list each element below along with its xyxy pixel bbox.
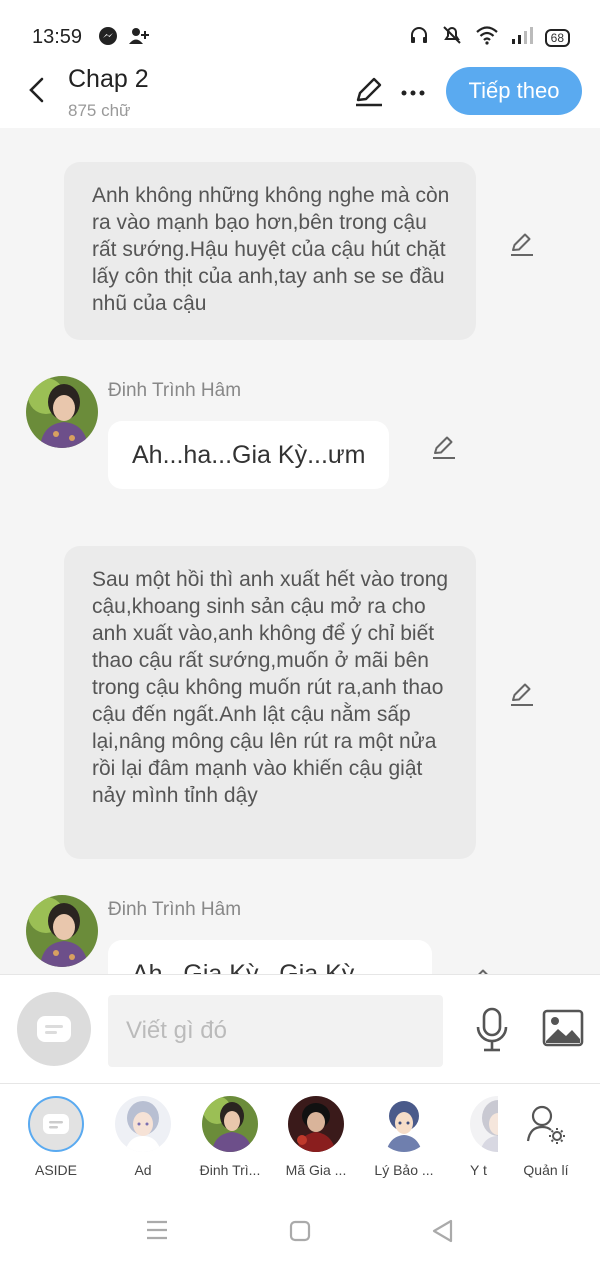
avatar [470, 1096, 498, 1152]
character-label: Lý Bảo ... [374, 1162, 434, 1178]
character-item-ly-bao[interactable]: Lý Bảo ... [366, 1096, 442, 1178]
status-time: 13:59 [32, 26, 83, 48]
chapter-header: Chap 2 875 chữ Tiếp theo [0, 62, 600, 128]
avatar[interactable] [26, 376, 98, 448]
character-item-ma-gia[interactable]: Mã Gia ... [278, 1096, 354, 1178]
character-label: Ad [134, 1162, 152, 1178]
edit-message-button[interactable] [508, 230, 536, 258]
headphones-icon [409, 25, 429, 50]
back-arrow-icon [29, 77, 44, 103]
more-dots-icon [401, 90, 425, 96]
speaker-name: Đinh Trình Hâm [108, 899, 242, 920]
character-item-ad[interactable]: Ad [105, 1096, 181, 1178]
add-contact-icon [128, 26, 150, 51]
chapter-title: Chap 2 [68, 65, 149, 93]
aside-toggle-button[interactable] [17, 992, 91, 1066]
character-label: Y t [470, 1162, 487, 1178]
next-button[interactable]: Tiếp theo [446, 67, 582, 115]
character-label: Mã Gia ... [285, 1162, 347, 1178]
system-navigation-bar [0, 1194, 600, 1267]
narration-bubble[interactable]: Anh không những không nghe mà còn ra vào… [64, 162, 476, 340]
aside-icon [28, 1096, 84, 1152]
battery-indicator: 68 [544, 28, 570, 47]
edit-message-button[interactable] [430, 433, 458, 461]
microphone-icon [476, 1007, 508, 1052]
pencil-icon [511, 233, 533, 256]
recent-apps-button[interactable] [144, 1218, 172, 1244]
pencil-icon [356, 77, 382, 107]
edit-message-button[interactable] [508, 680, 536, 708]
manage-characters-button[interactable]: Quản lí [508, 1096, 584, 1178]
mute-icon [441, 24, 463, 51]
home-button[interactable] [287, 1218, 315, 1244]
edit-chapter-button[interactable] [352, 74, 386, 108]
status-right-icons: 68 [409, 24, 570, 51]
edit-message-button[interactable] [466, 966, 494, 974]
messenger-icon [98, 26, 118, 51]
microphone-button[interactable] [474, 1007, 510, 1053]
message-input[interactable] [108, 995, 443, 1067]
narration-bubble[interactable]: Sau một hồi thì anh xuất hết vào trong c… [64, 546, 476, 859]
avatar [115, 1096, 171, 1152]
pencil-icon [478, 969, 488, 974]
character-label: Đinh Trì... [199, 1162, 261, 1178]
wifi-icon [475, 25, 499, 50]
word-count: 875 chữ [68, 101, 131, 120]
speaker-name: Đinh Trình Hâm [108, 380, 242, 401]
avatar [202, 1096, 258, 1152]
character-label: Quản lí [523, 1162, 569, 1178]
manage-user-icon [518, 1096, 574, 1152]
menu-icon [147, 1220, 167, 1240]
status-bar: 13:59 68 [0, 0, 600, 62]
avatar [288, 1096, 344, 1152]
image-button[interactable] [542, 1009, 584, 1047]
home-square-icon [289, 1220, 311, 1242]
chat-area[interactable]: Anh không những không nghe mà còn ra vào… [0, 128, 600, 974]
image-icon [542, 1009, 584, 1047]
pencil-icon [433, 436, 455, 459]
status-left-icons [98, 26, 150, 51]
pencil-icon [511, 683, 533, 706]
character-selector: ASIDE Ad Đinh Trì... Mã Gia ... Lý Bảo .… [0, 1084, 600, 1194]
more-options-button[interactable] [400, 80, 428, 100]
back-triangle-icon [432, 1219, 453, 1243]
signal-icon [511, 26, 533, 49]
avatar[interactable] [26, 895, 98, 967]
character-item-y[interactable]: Y t [452, 1096, 498, 1178]
character-item-dinh-trinh-ham[interactable]: Đinh Trì... [192, 1096, 268, 1178]
composer-bar [0, 974, 600, 1084]
aside-chat-icon [37, 1016, 71, 1042]
character-item-aside[interactable]: ASIDE [18, 1096, 94, 1178]
character-label: ASIDE [34, 1162, 77, 1178]
back-button[interactable] [20, 74, 52, 106]
dialogue-bubble[interactable]: Ah...ha...Gia Kỳ...ưm [108, 421, 390, 489]
dialogue-bubble[interactable]: Ah...Gia Kỳ...Gia Kỳ... [108, 940, 432, 974]
system-back-button[interactable] [430, 1218, 458, 1244]
avatar [376, 1096, 432, 1152]
